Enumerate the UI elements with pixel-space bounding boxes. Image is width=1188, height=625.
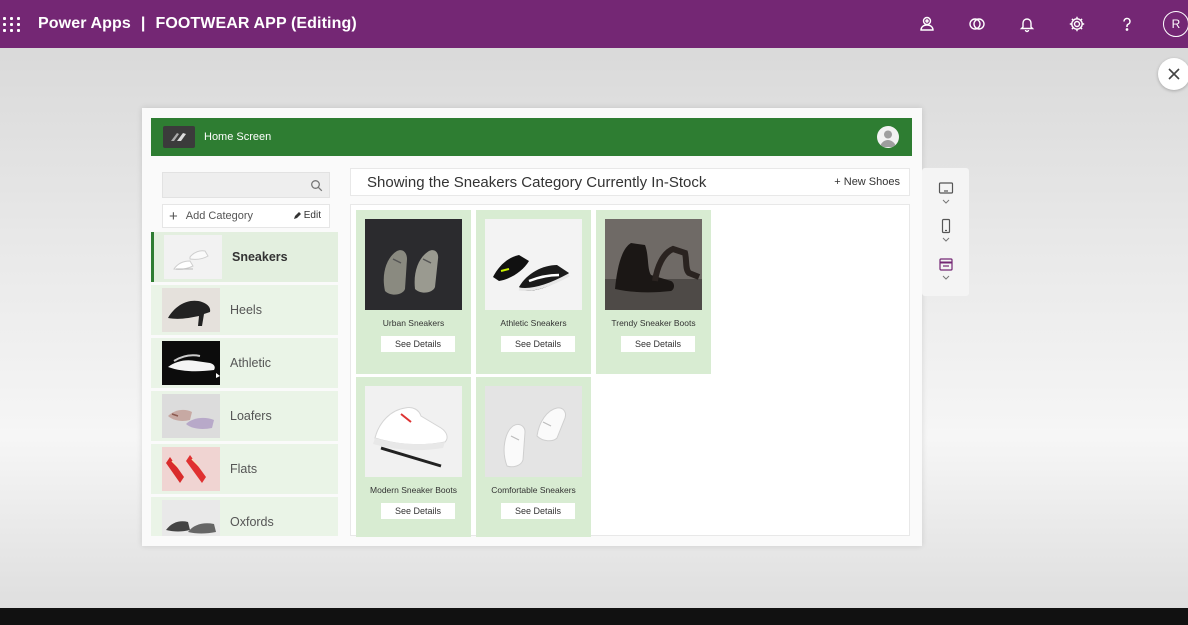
app-name: FOOTWEAR APP (Editing) xyxy=(155,15,357,32)
chevron-down-icon xyxy=(942,237,949,242)
product-name: Athletic Sneakers xyxy=(500,318,567,328)
user-avatar-icon[interactable] xyxy=(877,126,899,148)
chevron-down-icon xyxy=(942,275,949,280)
edit-button[interactable]: Edit xyxy=(293,210,321,221)
product-image xyxy=(485,219,582,310)
category-thumbnail xyxy=(162,500,220,536)
category-label: Oxfords xyxy=(230,515,274,529)
top-icons: R xyxy=(902,0,1188,48)
category-search xyxy=(162,172,330,198)
category-item-flats[interactable]: Flats xyxy=(151,444,338,494)
product-card[interactable]: Comfortable Sneakers See Details xyxy=(476,377,591,537)
app-canvas: Home Screen + Add Category Edit Sneakers… xyxy=(142,108,922,546)
add-category-bar: + Add Category Edit xyxy=(162,204,330,228)
category-thumbnail xyxy=(162,341,220,385)
product-image xyxy=(365,386,462,477)
new-shoes-button[interactable]: + New Shoes xyxy=(834,176,900,188)
category-list: Sneakers Heels Athletic Loafers Flats Ox… xyxy=(151,232,340,536)
product-name: Modern Sneaker Boots xyxy=(370,485,457,495)
tablet-layout-icon xyxy=(938,182,953,194)
user-avatar-button[interactable]: R xyxy=(1152,0,1188,48)
search-icon xyxy=(311,180,323,192)
phone-layout-button[interactable] xyxy=(931,218,961,256)
category-thumbnail xyxy=(164,235,222,279)
product-image xyxy=(365,219,462,310)
category-item-heels[interactable]: Heels xyxy=(151,285,338,335)
gallery-title: Showing the Sneakers Category Currently … xyxy=(367,173,707,191)
category-item-sneakers[interactable]: Sneakers xyxy=(151,232,338,282)
gear-icon[interactable] xyxy=(1052,0,1102,48)
product-name: Trendy Sneaker Boots xyxy=(611,318,696,328)
product-card[interactable]: Modern Sneaker Boots See Details xyxy=(356,377,471,537)
bottom-bar xyxy=(0,608,1188,625)
category-label: Flats xyxy=(230,462,258,476)
bell-icon[interactable] xyxy=(1002,0,1052,48)
category-label: Sneakers xyxy=(232,250,288,264)
see-details-button[interactable]: See Details xyxy=(621,336,695,352)
category-item-oxfords[interactable]: Oxfords xyxy=(151,497,338,536)
category-item-athletic[interactable]: Athletic xyxy=(151,338,338,388)
see-details-button[interactable]: See Details xyxy=(501,336,575,352)
gallery-header: Showing the Sneakers Category Currently … xyxy=(350,168,910,196)
product-name[interactable]: Power Apps xyxy=(38,15,131,33)
product-card[interactable]: Urban Sneakers See Details xyxy=(356,210,471,374)
category-thumbnail xyxy=(162,394,220,438)
tablet-layout-button[interactable] xyxy=(931,180,961,218)
copilot-icon[interactable] xyxy=(952,0,1002,48)
shoe-logo-icon xyxy=(163,126,195,148)
environment-icon[interactable] xyxy=(902,0,952,48)
product-gallery: Urban Sneakers See Details Athletic Snea… xyxy=(350,204,910,537)
top-bar: Power Apps | FOOTWEAR APP (Editing) R xyxy=(0,0,1188,48)
title-separator: | xyxy=(140,15,146,32)
product-image xyxy=(485,386,582,477)
close-button[interactable] xyxy=(1158,58,1188,90)
category-label: Athletic xyxy=(230,356,271,370)
help-icon[interactable] xyxy=(1102,0,1152,48)
phone-layout-icon xyxy=(941,218,950,234)
chevron-down-icon xyxy=(942,199,949,204)
pencil-icon xyxy=(293,212,301,219)
calendar-button[interactable] xyxy=(931,256,961,294)
category-label: Heels xyxy=(230,303,262,317)
see-details-button[interactable]: See Details xyxy=(381,336,455,352)
calendar-icon xyxy=(938,258,953,271)
add-category-button[interactable]: Add Category xyxy=(186,210,253,222)
screen-title: Home Screen xyxy=(204,131,272,143)
see-details-button[interactable]: See Details xyxy=(381,503,455,519)
see-details-button[interactable]: See Details xyxy=(501,503,575,519)
category-item-loafers[interactable]: Loafers xyxy=(151,391,338,441)
close-icon xyxy=(1168,68,1180,80)
product-name: Comfortable Sneakers xyxy=(491,485,576,495)
app-header: Home Screen xyxy=(151,118,912,156)
device-preview-toolbar xyxy=(922,168,969,296)
product-image xyxy=(605,219,702,310)
product-name: Urban Sneakers xyxy=(382,318,445,328)
avatar: R xyxy=(1163,11,1188,37)
product-card[interactable]: Trendy Sneaker Boots See Details xyxy=(596,210,711,374)
category-thumbnail xyxy=(162,288,220,332)
edit-label: Edit xyxy=(303,210,321,221)
app-launcher-icon[interactable] xyxy=(2,14,22,34)
search-input[interactable] xyxy=(163,173,329,197)
category-label: Loafers xyxy=(230,409,272,423)
category-thumbnail xyxy=(162,447,220,491)
plus-icon: + xyxy=(169,207,178,225)
product-card[interactable]: Athletic Sneakers See Details xyxy=(476,210,591,374)
